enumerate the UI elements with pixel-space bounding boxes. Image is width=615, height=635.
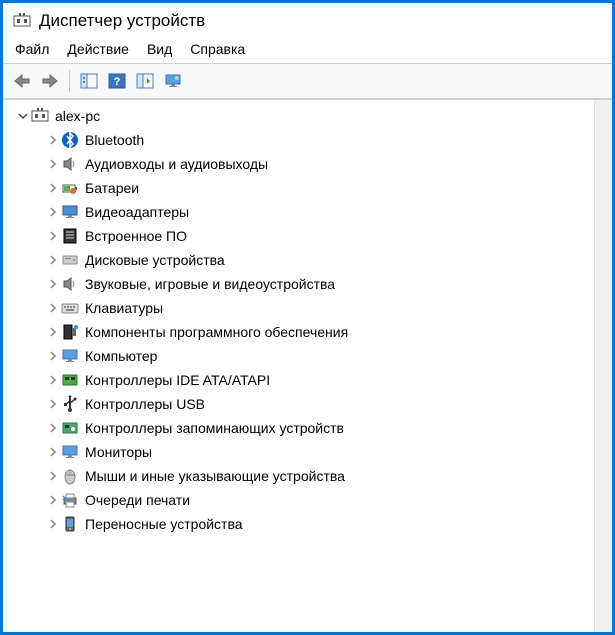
usb-icon bbox=[61, 395, 79, 413]
tree-item[interactable]: Клавиатуры bbox=[5, 296, 610, 320]
tree-item-label: Встроенное ПО bbox=[85, 228, 187, 244]
expand-icon[interactable] bbox=[45, 468, 61, 484]
tree-item[interactable]: Встроенное ПО bbox=[5, 224, 610, 248]
tree-item-label: Звуковые, игровые и видеоустройства bbox=[85, 276, 335, 292]
tree-item[interactable]: Звуковые, игровые и видеоустройства bbox=[5, 272, 610, 296]
monitor-icon bbox=[61, 443, 79, 461]
tree-item-label: Контроллеры запоминающих устройств bbox=[85, 420, 344, 436]
tree-item-label: Мониторы bbox=[85, 444, 152, 460]
tree-item-label: Контроллеры IDE ATA/ATAPI bbox=[85, 372, 270, 388]
expand-icon[interactable] bbox=[45, 348, 61, 364]
expand-icon[interactable] bbox=[45, 516, 61, 532]
expand-icon[interactable] bbox=[45, 252, 61, 268]
back-button[interactable] bbox=[9, 68, 35, 94]
tree-item-label: Bluetooth bbox=[85, 132, 144, 148]
tree-item-label: Контроллеры USB bbox=[85, 396, 205, 412]
collapse-icon[interactable] bbox=[15, 108, 31, 124]
menu-help[interactable]: Справка bbox=[190, 41, 245, 57]
expand-icon[interactable] bbox=[45, 204, 61, 220]
tree-item-label: Клавиатуры bbox=[85, 300, 163, 316]
window-title: Диспетчер устройств bbox=[39, 11, 205, 31]
help-button[interactable]: ? bbox=[104, 68, 130, 94]
tree-item-label: Дисковые устройства bbox=[85, 252, 225, 268]
menu-view[interactable]: Вид bbox=[147, 41, 172, 57]
tree-item[interactable]: Аудиовходы и аудиовыходы bbox=[5, 152, 610, 176]
tree-item-label: Видеоадаптеры bbox=[85, 204, 189, 220]
tree-item-label: Компьютер bbox=[85, 348, 157, 364]
device-tree[interactable]: alex-pc Bluetooth Аудиовходы и аудиовыход… bbox=[3, 99, 612, 632]
tree-item-label: Очереди печати bbox=[85, 492, 190, 508]
tree-item[interactable]: Мыши и иные указывающие устройства bbox=[5, 464, 610, 488]
bluetooth-icon bbox=[61, 131, 79, 149]
scan-button[interactable] bbox=[132, 68, 158, 94]
show-hide-tree-button[interactable] bbox=[76, 68, 102, 94]
tree-item[interactable]: Батареи bbox=[5, 176, 610, 200]
expand-icon[interactable] bbox=[45, 420, 61, 436]
tree-item-label: Аудиовходы и аудиовыходы bbox=[85, 156, 268, 172]
tree-item[interactable]: Компоненты программного обеспечения bbox=[5, 320, 610, 344]
expand-icon[interactable] bbox=[45, 180, 61, 196]
menu-file[interactable]: Файл bbox=[15, 41, 49, 57]
tree-item[interactable]: Контроллеры запоминающих устройств bbox=[5, 416, 610, 440]
disk-icon bbox=[61, 251, 79, 269]
expand-icon[interactable] bbox=[45, 372, 61, 388]
titlebar: Диспетчер устройств bbox=[3, 3, 612, 37]
portable-icon bbox=[61, 515, 79, 533]
display-icon bbox=[61, 203, 79, 221]
keyboard-icon bbox=[61, 299, 79, 317]
speaker-icon bbox=[61, 155, 79, 173]
expand-icon[interactable] bbox=[45, 396, 61, 412]
tree-item[interactable]: Контроллеры IDE ATA/ATAPI bbox=[5, 368, 610, 392]
expand-icon[interactable] bbox=[45, 300, 61, 316]
tree-root-node[interactable]: alex-pc bbox=[5, 104, 610, 128]
expand-icon[interactable] bbox=[45, 324, 61, 340]
tree-item-label: Компоненты программного обеспечения bbox=[85, 324, 348, 340]
speaker-icon bbox=[61, 275, 79, 293]
tree-item-label: Батареи bbox=[85, 180, 139, 196]
root-label: alex-pc bbox=[55, 108, 100, 124]
menu-action[interactable]: Действие bbox=[67, 41, 129, 57]
device-manager-window: Диспетчер устройств Файл Действие Вид Сп… bbox=[3, 3, 612, 632]
storage-icon bbox=[61, 419, 79, 437]
tree-item-label: Переносные устройства bbox=[85, 516, 243, 532]
tree-item[interactable]: Bluetooth bbox=[5, 128, 610, 152]
expand-icon[interactable] bbox=[45, 276, 61, 292]
tree-item[interactable]: Переносные устройства bbox=[5, 512, 610, 536]
forward-button[interactable] bbox=[37, 68, 63, 94]
toolbar-separator bbox=[69, 70, 70, 92]
expand-icon[interactable] bbox=[45, 132, 61, 148]
monitor-button[interactable] bbox=[160, 68, 186, 94]
tree-item[interactable]: Контроллеры USB bbox=[5, 392, 610, 416]
expand-icon[interactable] bbox=[45, 492, 61, 508]
expand-icon[interactable] bbox=[45, 156, 61, 172]
tree-item[interactable]: Компьютер bbox=[5, 344, 610, 368]
menubar: Файл Действие Вид Справка bbox=[3, 37, 612, 63]
print-icon bbox=[61, 491, 79, 509]
tree-item[interactable]: Видеоадаптеры bbox=[5, 200, 610, 224]
toolbar: ? bbox=[3, 63, 612, 99]
tree-item[interactable]: Дисковые устройства bbox=[5, 248, 610, 272]
computer-icon bbox=[31, 107, 49, 125]
mouse-icon bbox=[61, 467, 79, 485]
tree-item[interactable]: Мониторы bbox=[5, 440, 610, 464]
ide-icon bbox=[61, 371, 79, 389]
svg-text:?: ? bbox=[114, 76, 121, 88]
monitor-icon bbox=[61, 347, 79, 365]
tree-item[interactable]: Очереди печати bbox=[5, 488, 610, 512]
tree-item-label: Мыши и иные указывающие устройства bbox=[85, 468, 345, 484]
battery-icon bbox=[61, 179, 79, 197]
app-icon bbox=[13, 12, 31, 30]
expand-icon[interactable] bbox=[45, 228, 61, 244]
expand-icon[interactable] bbox=[45, 444, 61, 460]
component-icon bbox=[61, 323, 79, 341]
firmware-icon bbox=[61, 227, 79, 245]
